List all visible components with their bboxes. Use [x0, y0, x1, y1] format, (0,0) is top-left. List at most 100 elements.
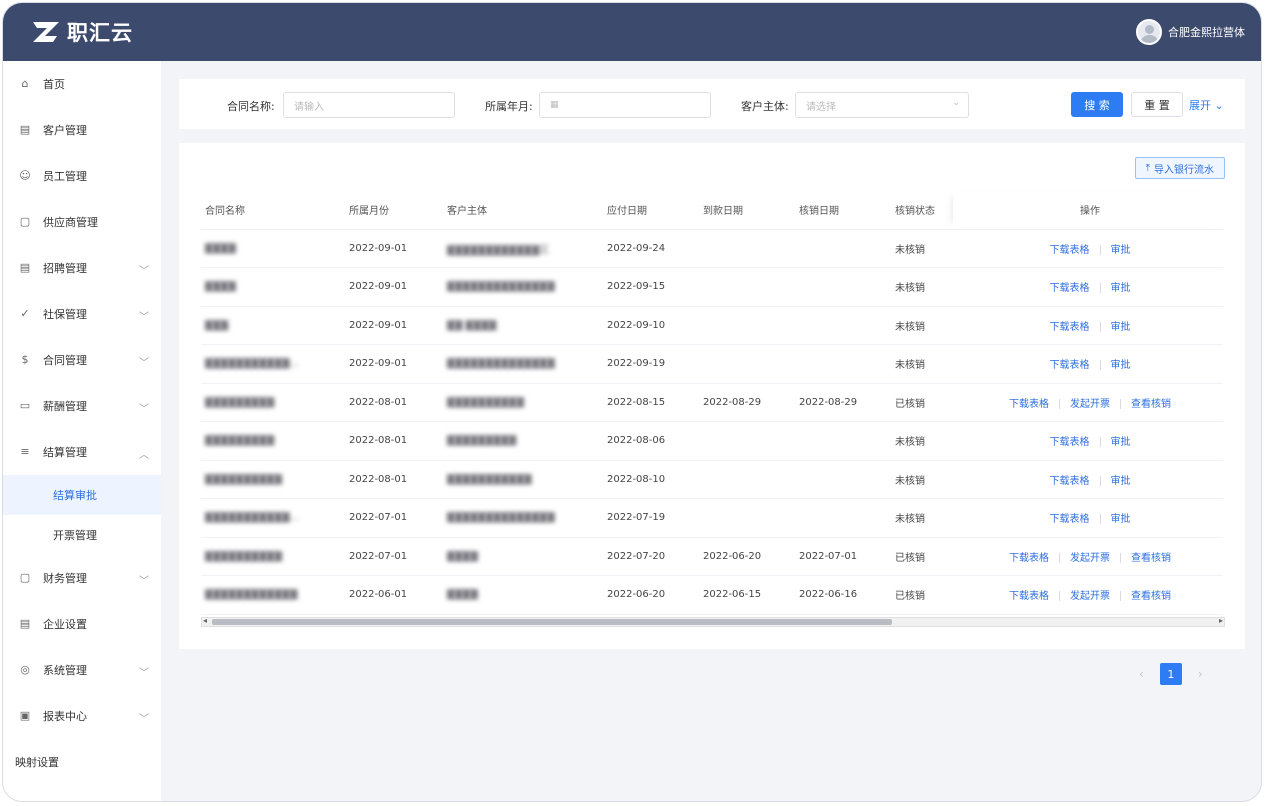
action-link[interactable]: 下载表格	[1009, 399, 1049, 410]
prev-page-button[interactable]: ‹	[1139, 667, 1144, 681]
cell-actions: 下载表格 审批	[953, 421, 1223, 461]
action-link[interactable]: 下载表格	[1009, 591, 1049, 602]
action-link[interactable]: 审批	[1111, 514, 1131, 525]
user-icon: ☺	[19, 169, 31, 182]
chevron-down-icon: ﹀	[139, 358, 149, 369]
table-row: ▇▇▇▇▇▇▇▇▇▇▇▇ 2022-06-01 ▇▇▇▇ 2022-06-20 2022…	[201, 575, 1223, 615]
sidebar-item-label: 招聘管理	[43, 262, 87, 275]
cell-month: 2022-07-01	[345, 537, 443, 576]
action-link[interactable]: 审批	[1111, 360, 1131, 371]
sidebar-item-recruit[interactable]: ▤ 招聘管理 ﹀	[3, 245, 161, 291]
column-header: 所属月份	[345, 191, 443, 230]
action-link[interactable]: 查看核销	[1131, 553, 1171, 564]
cell-actions: 下载表格 审批	[953, 344, 1223, 384]
cell-received	[699, 421, 795, 461]
sidebar-item-settlement[interactable]: ≡ 结算管理 ︿	[3, 429, 161, 475]
action-link[interactable]: 审批	[1111, 476, 1131, 487]
action-link[interactable]: 下载表格	[1009, 553, 1049, 564]
contract-name-input[interactable]: 请输入	[283, 92, 455, 118]
cell-status: 已核销	[891, 575, 953, 615]
sidebar-item-customer[interactable]: ▤ 客户管理	[3, 107, 161, 153]
action-link[interactable]: 发起开票	[1070, 553, 1110, 564]
sidebar-item-mapping-settings[interactable]: 映射设置	[3, 739, 161, 785]
action-link[interactable]: 查看核销	[1131, 591, 1171, 602]
action-link[interactable]: 发起开票	[1070, 591, 1110, 602]
action-link[interactable]: 下载表格	[1050, 360, 1090, 371]
cell-received	[699, 460, 795, 499]
avatar[interactable]	[1136, 19, 1162, 45]
cell-month: 2022-08-01	[345, 421, 443, 461]
chevron-down-icon: ⌄	[952, 98, 960, 108]
customer-select[interactable]: 请选择 ⌄	[795, 92, 969, 118]
cell-actions: 下载表格 审批	[953, 267, 1223, 307]
cell-received: 2022-08-29	[699, 383, 795, 422]
action-link[interactable]: 下载表格	[1050, 476, 1090, 487]
action-link[interactable]: 审批	[1111, 245, 1131, 256]
cell-month: 2022-09-01	[345, 306, 443, 345]
sidebar-item-finance[interactable]: ▢ 财务管理 ﹀	[3, 555, 161, 601]
import-bank-statement-button[interactable]: ⤒ 导入银行流水	[1134, 157, 1225, 179]
sidebar-item-report[interactable]: ▣ 报表中心 ﹀	[3, 693, 161, 739]
sidebar-item-company-settings[interactable]: ▤ 企业设置	[3, 601, 161, 647]
action-separator	[1059, 552, 1060, 563]
user-name: 合肥金熙拉营体	[1168, 26, 1245, 39]
month-label: 所属年月:	[485, 100, 533, 113]
cell-actions: 下载表格 审批	[953, 229, 1223, 268]
sidebar-item-home[interactable]: ⌂ 首页	[3, 61, 161, 107]
scrollbar-thumb[interactable]	[212, 619, 892, 625]
sidebar-subitem[interactable]: 开票管理	[3, 515, 161, 555]
sidebar-item-contract[interactable]: $ 合同管理 ﹀	[3, 337, 161, 383]
action-link[interactable]: 下载表格	[1050, 283, 1090, 294]
chevron-down-icon: ﹀	[139, 404, 149, 415]
cell-status: 未核销	[891, 344, 953, 384]
action-separator	[1099, 475, 1101, 486]
finance-icon: ▢	[19, 571, 31, 584]
action-link[interactable]: 下载表格	[1050, 514, 1090, 525]
sidebar-item-salary[interactable]: ▭ 薪酬管理 ﹀	[3, 383, 161, 429]
cell-due: 2022-08-06	[603, 421, 699, 461]
chevron-down-icon: ⌄	[1214, 99, 1224, 112]
table-row: ▇▇▇▇▇▇▇▇▇▇ 2022-08-01 ▇▇▇▇▇▇▇▇▇▇▇ 2022-08-1…	[201, 460, 1223, 499]
horizontal-scrollbar[interactable]: ◂ ▸	[201, 616, 1225, 627]
action-link[interactable]: 发起开票	[1070, 399, 1110, 410]
sidebar-item-label: 报表中心	[43, 710, 87, 723]
next-page-button[interactable]: ›	[1198, 667, 1203, 681]
cell-due: 2022-08-15	[603, 383, 699, 422]
action-link[interactable]: 审批	[1111, 322, 1131, 333]
action-link[interactable]: 审批	[1111, 437, 1131, 448]
contract-name-label: 合同名称:	[227, 100, 275, 113]
action-link[interactable]: 下载表格	[1050, 322, 1090, 333]
sidebar-item-supplier[interactable]: ▢ 供应商管理	[3, 199, 161, 245]
cell-month: 2022-06-01	[345, 575, 443, 615]
cell-status: 未核销	[891, 229, 953, 268]
logo[interactable]: 职汇云	[31, 17, 133, 47]
expand-button[interactable]: 展开 ⌄	[1189, 97, 1224, 113]
action-link[interactable]: 下载表格	[1050, 437, 1090, 448]
page-1-button[interactable]: 1	[1159, 663, 1182, 685]
reset-button[interactable]: 重 置	[1131, 92, 1183, 117]
sidebar-item-system[interactable]: ◎ 系统管理 ﹀	[3, 647, 161, 693]
table-row: ▇▇▇ 2022-09-01 ▇▇ ▇▇▇▇ 2022-09-10 未核销 下载表格 审批	[201, 306, 1223, 345]
action-link[interactable]: 审批	[1111, 283, 1131, 294]
search-button[interactable]: 搜 索	[1071, 92, 1123, 117]
table-row: ▇▇▇▇▇▇▇▇▇ 2022-08-01 ▇▇▇▇▇▇▇▇▇▇ 2022-08-15 2…	[201, 383, 1223, 422]
sidebar-item-user[interactable]: ☺ 员工管理	[3, 153, 161, 199]
social-security-icon: ✓	[20, 307, 30, 320]
action-link[interactable]: 下载表格	[1050, 245, 1090, 256]
action-link[interactable]: 查看核销	[1131, 399, 1171, 410]
cell-name: ▇▇▇▇▇▇▇▇▇▇	[201, 537, 345, 576]
sidebar-item-label: 首页	[43, 78, 65, 91]
sidebar-subitem[interactable]: 结算审批	[3, 475, 161, 515]
customer-placeholder: 请选择	[806, 101, 836, 113]
sidebar-item-social-security[interactable]: ✓ 社保管理 ﹀	[3, 291, 161, 337]
table-row: ▇▇▇▇ 2022-09-01 ▇▇▇▇▇▇▇▇▇▇▇▇区 2022-09-24 未核销…	[201, 229, 1223, 268]
cell-writeoff: 2022-07-01	[795, 537, 891, 576]
scroll-right-icon[interactable]: ▸	[1219, 616, 1223, 625]
customer-label: 客户主体:	[741, 100, 789, 113]
user-menu[interactable]: 合肥金熙拉营体	[1136, 19, 1245, 45]
cell-customer: ▇▇▇▇▇▇▇▇▇▇	[443, 383, 603, 422]
month-picker[interactable]: ▦	[539, 92, 711, 118]
cell-name: ▇▇▇	[201, 306, 345, 345]
cell-actions: 下载表格 发起开票 查看核销	[953, 575, 1223, 615]
scroll-left-icon[interactable]: ◂	[203, 616, 207, 625]
